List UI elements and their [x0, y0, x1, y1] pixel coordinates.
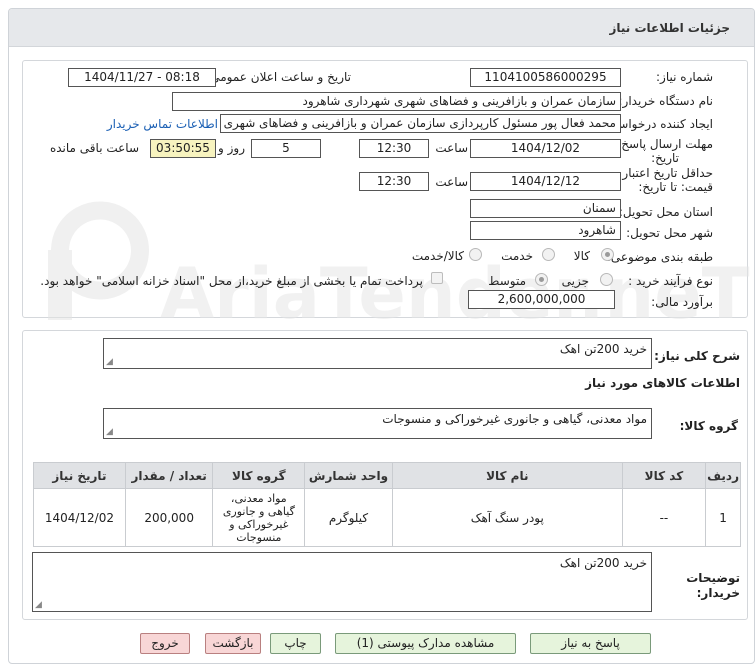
creator-field: محمد فعال پور مسئول کارپردازی سازمان عمر… [220, 114, 621, 133]
purchase-minor-label: جزیی [561, 274, 589, 288]
cell-row: 1 [705, 488, 741, 547]
city-field: شاهرود [470, 221, 621, 240]
col-code-header: کد کالا [621, 462, 707, 489]
category-service-radio[interactable] [542, 248, 555, 261]
cell-qty: 200,000 [124, 488, 214, 547]
category-label: طبقه بندی موضوعی: [606, 250, 713, 264]
deadline-label-date: تاریخ: [651, 151, 679, 165]
buyer-notes-label: توضیحات [686, 571, 740, 585]
goods-group-text: مواد معدنی، گیاهی و جانوری غیرخوراکی و م… [382, 412, 647, 426]
back-button[interactable]: بازگشت [205, 633, 261, 654]
need-number-label: شماره نیاز: [656, 70, 713, 84]
cell-group: مواد معدنی، گیاهی و جانوری غیرخوراکی و م… [212, 488, 306, 547]
category-goods-label: کالا [573, 249, 590, 263]
treasury-payment-checkbox[interactable] [431, 272, 443, 284]
announce-label: تاریخ و ساعت اعلان عمومی: [206, 70, 351, 84]
validity-date-field: 1404/12/12 [470, 172, 621, 191]
buyer-notes-text: خرید 200تن اهک [559, 556, 647, 570]
goods-group-label: گروه کالا: [679, 419, 738, 433]
days-label: روز و [218, 141, 245, 155]
resize-grip-icon: ◢ [106, 427, 113, 437]
col-unit-header: واحد شمارش [304, 462, 393, 489]
purchase-minor-radio[interactable] [600, 273, 613, 286]
category-goods-radio[interactable] [601, 248, 614, 261]
table-header-row: ردیف کد کالا نام کالا واحد شمارش گروه کا… [33, 462, 741, 489]
col-group-header: گروه کالا [212, 462, 306, 489]
days-remaining-field: 5 [251, 139, 321, 158]
buyer-notes-label-2: خریدار: [696, 586, 740, 600]
col-row-header: ردیف [705, 462, 741, 489]
category-service-label: خدمت [501, 249, 533, 263]
need-description-label: شرح کلی نیاز: [654, 349, 740, 363]
cell-unit: کیلوگرم [304, 488, 393, 547]
treasury-payment-note: پرداخت تمام یا بخشی از مبلغ خرید،از محل … [40, 274, 423, 288]
need-description-textarea[interactable]: خرید 200تن اهک ◢ [103, 338, 652, 369]
goods-info-title: اطلاعات کالاهای مورد نیاز [585, 376, 740, 390]
deadline-label: مهلت ارسال پاسخ: تا [606, 137, 713, 151]
buyer-notes-textarea[interactable]: خرید 200تن اهک ◢ [32, 552, 652, 612]
cell-date: 1404/12/02 [33, 488, 126, 547]
page-title: جزئیات اطلاعات نیاز [609, 21, 730, 35]
need-description-text: خرید 200تن اهک [559, 342, 647, 356]
buyer-contact-link[interactable]: اطلاعات تماس خریدار [107, 117, 218, 131]
city-label: شهر محل تحویل: [626, 226, 713, 240]
remaining-time-label: ساعت باقی مانده [49, 141, 139, 155]
validity-label: حداقل تاریخ اعتبار [622, 166, 713, 180]
deadline-date-field: 1404/12/02 [470, 139, 621, 158]
buyer-org-field: سازمان عمران و بازافرینی و فضاهای شهری ش… [172, 92, 621, 111]
cell-name: پودر سنگ آهک [391, 488, 623, 547]
deadline-time-field: 12:30 [359, 139, 429, 158]
view-attachments-button[interactable]: مشاهده مدارک پیوستی (1) [335, 633, 516, 654]
cell-code: -- [621, 488, 707, 547]
table-row[interactable]: 1 -- پودر سنگ آهک کیلوگرم مواد معدنی، گی… [33, 488, 741, 547]
print-button[interactable]: چاپ [270, 633, 321, 654]
purchase-medium-label: متوسط [488, 274, 526, 288]
validity-label-2: قیمت: تا تاریخ: [638, 180, 713, 194]
province-label: استان محل تحویل: [618, 205, 713, 219]
purchase-type-label: نوع فرآیند خرید : [628, 274, 713, 288]
validity-time-field: 12:30 [359, 172, 429, 191]
budget-field: 2,600,000,000 [468, 290, 615, 309]
budget-label: برآورد مالی: [651, 295, 713, 309]
resize-grip-icon: ◢ [106, 357, 113, 367]
exit-button[interactable]: خروج [140, 633, 190, 654]
reply-button[interactable]: پاسخ به نیاز [530, 633, 651, 654]
buyer-org-label: نام دستگاه خریدار: [618, 94, 714, 108]
category-both-radio[interactable] [469, 248, 482, 261]
deadline-time-label: ساعت [435, 141, 468, 155]
category-both-label: کالا/خدمت [411, 249, 464, 263]
header-bar: جزئیات اطلاعات نیاز [9, 9, 754, 47]
validity-time-label: ساعت [435, 175, 468, 189]
purchase-medium-radio[interactable] [535, 273, 548, 286]
col-date-header: تاریخ نیاز [33, 462, 126, 489]
remaining-time-field: 03:50:55 [150, 139, 216, 158]
need-number-field: 1104100586000295 [470, 68, 621, 87]
col-qty-header: تعداد / مقدار [124, 462, 214, 489]
goods-group-textarea[interactable]: مواد معدنی، گیاهی و جانوری غیرخوراکی و م… [103, 408, 652, 439]
goods-table: ردیف کد کالا نام کالا واحد شمارش گروه کا… [33, 462, 741, 547]
col-name-header: نام کالا [391, 462, 623, 489]
announce-datetime-field: 1404/11/27 - 08:18 [68, 68, 216, 87]
resize-grip-icon: ◢ [35, 600, 42, 610]
province-field: سمنان [470, 199, 621, 218]
